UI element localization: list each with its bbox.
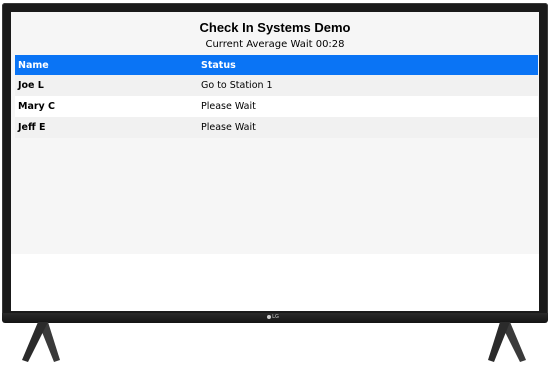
table-row: Mary C Please Wait	[15, 96, 538, 117]
row-name-cell: Mary C	[18, 101, 56, 112]
row-name-cell: Jeff E	[18, 122, 46, 133]
column-header-name: Name	[18, 59, 49, 71]
table-row: Jeff E Please Wait	[15, 117, 538, 138]
row-status-cell: Please Wait	[201, 101, 256, 112]
row-status-cell: Please Wait	[201, 122, 256, 133]
row-status-cell: Go to Station 1	[201, 80, 273, 91]
average-wait-text: Current Average Wait 00:28	[205, 39, 345, 50]
column-header-status: Status	[201, 59, 236, 71]
tv-logo: LG	[265, 314, 281, 321]
page-title: Check In Systems Demo	[199, 20, 351, 35]
tv-stand-left-leg	[22, 322, 60, 362]
row-name-cell: Joe L	[18, 80, 44, 91]
tv-display: LG Check In Systems Demo Current Average…	[0, 0, 550, 366]
queue-board: Check In Systems Demo Current Average Wa…	[11, 12, 539, 254]
table-header-row: Name Status	[15, 55, 538, 75]
table-row: Joe L Go to Station 1	[15, 75, 538, 96]
queue-table: Name Status Joe L Go to Station 1 Mary C…	[15, 55, 538, 138]
tv-stand-right-leg	[488, 322, 526, 362]
tv-screen: Check In Systems Demo Current Average Wa…	[11, 12, 539, 311]
